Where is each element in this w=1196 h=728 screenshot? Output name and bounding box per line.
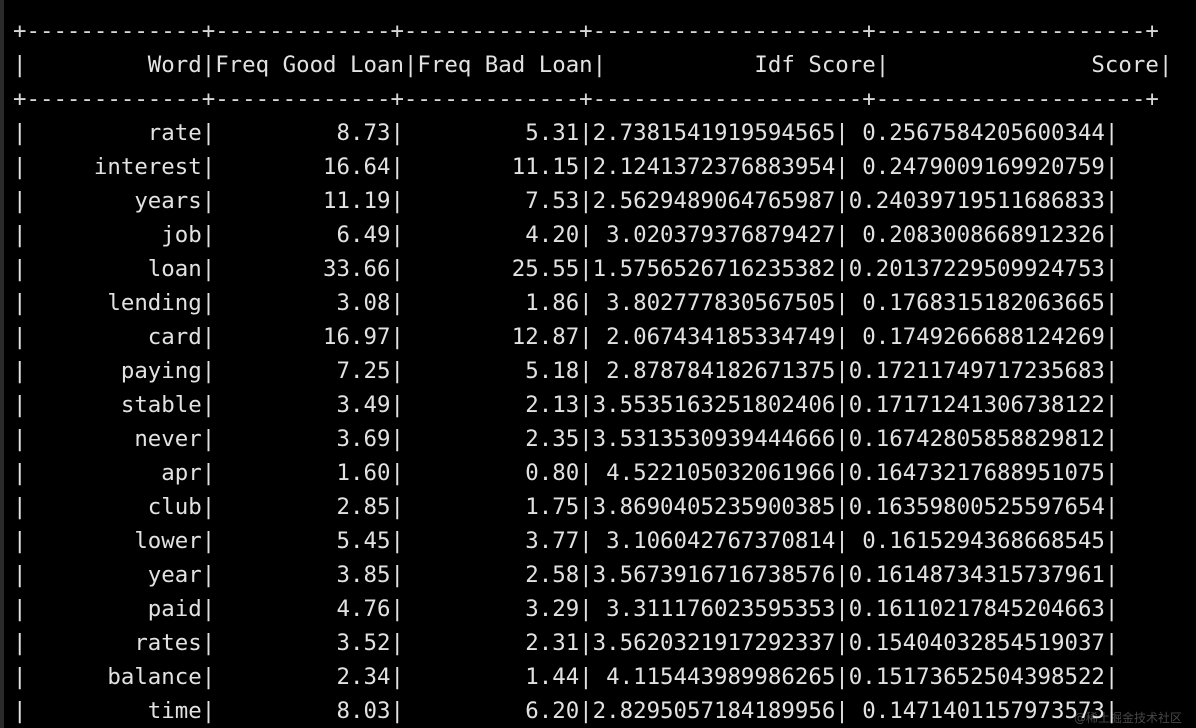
table-row-text: | apr| 1.60| 0.80| 4.522105032061966|0.1… [13, 460, 1119, 486]
table-row: | loan| 33.66| 25.55|1.5756526716235382|… [13, 252, 1196, 286]
table-row: | lending| 3.08| 1.86| 3.802777830567505… [13, 286, 1196, 320]
table-row: | time| 8.03| 6.20|2.8295057184189956| 0… [13, 694, 1196, 728]
table-row-text: | balance| 2.34| 1.44| 4.115443989986265… [13, 664, 1119, 690]
table-row-text: | interest| 16.64| 11.15|2.1241372376883… [13, 154, 1119, 180]
table-header-line: | Word|Freq Good Loan|Freq Bad Loan| Idf… [13, 52, 1173, 78]
watermark-text: @稀土掘金技术社区 [1073, 711, 1182, 725]
table-row-text: | lending| 3.08| 1.86| 3.802777830567505… [13, 290, 1119, 316]
table-header: | Word|Freq Good Loan|Freq Bad Loan| Idf… [13, 48, 1196, 82]
table-row-text: | year| 3.85| 2.58|3.5673916716738576|0.… [13, 562, 1119, 588]
table-row: | paying| 7.25| 5.18| 2.878784182671375|… [13, 354, 1196, 388]
table-row-text: | paying| 7.25| 5.18| 2.878784182671375|… [13, 358, 1119, 384]
table-row: | stable| 3.49| 2.13|3.5535163251802406|… [13, 388, 1196, 422]
terminal-output: +-------------+-------------+-----------… [13, 14, 1196, 728]
table-row: | rate| 8.73| 5.31|2.7381541919594565| 0… [13, 116, 1196, 150]
table-row: | rates| 3.52| 2.31|3.5620321917292337|0… [13, 626, 1196, 660]
table-row-text: | club| 2.85| 1.75|3.8690405235900385|0.… [13, 494, 1119, 520]
table-row: | balance| 2.34| 1.44| 4.115443989986265… [13, 660, 1196, 694]
table-row-text: | years| 11.19| 7.53|2.5629489064765987|… [13, 188, 1119, 214]
window-left-edge [0, 0, 4, 728]
table-row-text: | loan| 33.66| 25.55|1.5756526716235382|… [13, 256, 1119, 282]
table-row: | club| 2.85| 1.75|3.8690405235900385|0.… [13, 490, 1196, 524]
table-row: | years| 11.19| 7.53|2.5629489064765987|… [13, 184, 1196, 218]
table-row-text: | paid| 4.76| 3.29| 3.311176023595353|0.… [13, 596, 1119, 622]
table-row: | never| 3.69| 2.35|3.5313530939444666|0… [13, 422, 1196, 456]
table-row: | year| 3.85| 2.58|3.5673916716738576|0.… [13, 558, 1196, 592]
table-row-text: | never| 3.69| 2.35|3.5313530939444666|0… [13, 426, 1119, 452]
table-row-text: | job| 6.49| 4.20| 3.020379376879427| 0.… [13, 222, 1119, 248]
table-row: | job| 6.49| 4.20| 3.020379376879427| 0.… [13, 218, 1196, 252]
table-row: | interest| 16.64| 11.15|2.1241372376883… [13, 150, 1196, 184]
table-border-top: +-------------+-------------+-----------… [13, 18, 1159, 44]
table-row-text: | lower| 5.45| 3.77| 3.106042767370814| … [13, 528, 1119, 554]
table-row: | card| 16.97| 12.87| 2.067434185334749|… [13, 320, 1196, 354]
table-row: | paid| 4.76| 3.29| 3.311176023595353|0.… [13, 592, 1196, 626]
table-row-text: | time| 8.03| 6.20|2.8295057184189956| 0… [13, 698, 1119, 724]
table-row-text: | stable| 3.49| 2.13|3.5535163251802406|… [13, 392, 1119, 418]
table-border-mid: +-------------+-------------+-----------… [13, 86, 1159, 112]
table-row-text: | card| 16.97| 12.87| 2.067434185334749|… [13, 324, 1119, 350]
table-row-text: | rates| 3.52| 2.31|3.5620321917292337|0… [13, 630, 1119, 656]
table-row: | apr| 1.60| 0.80| 4.522105032061966|0.1… [13, 456, 1196, 490]
table-row-text: | rate| 8.73| 5.31|2.7381541919594565| 0… [13, 120, 1119, 146]
table-row: | lower| 5.45| 3.77| 3.106042767370814| … [13, 524, 1196, 558]
